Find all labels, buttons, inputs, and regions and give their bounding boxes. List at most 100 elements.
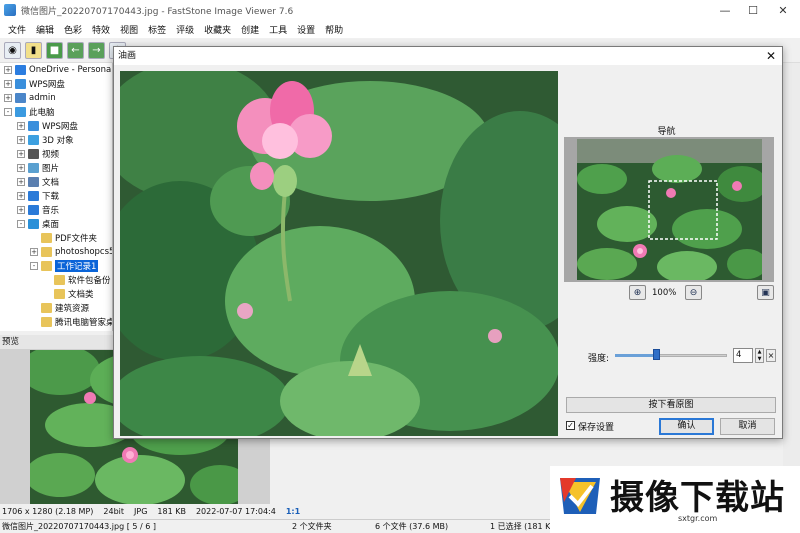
expand-toggle-icon[interactable]: + [17,178,25,186]
tree-item-label: 文档 [42,178,60,188]
expand-toggle-icon[interactable]: + [17,122,25,130]
zoom-out-icon[interactable]: ⊖ [685,285,702,300]
folder-icon [41,317,52,327]
preview-info-field: 1:1 [285,507,301,516]
tree-item-label: WPS网盘 [29,80,65,90]
expand-toggle-icon[interactable]: + [4,94,12,102]
main-image-preview[interactable] [120,71,558,436]
open-folder-icon[interactable]: ▮ [25,41,42,59]
close-window-button[interactable]: ✕ [768,0,798,20]
thumbnail-strip [783,63,800,519]
tree-item[interactable]: + 下载 [17,189,59,203]
tree-item-label: 软件包备份 [68,276,111,286]
status-files: 6 个文件 (37.6 MB) [375,522,449,531]
back-icon[interactable]: ← [67,41,84,59]
cancel-button[interactable]: 取消 [720,418,775,435]
strength-spinner[interactable]: ▲ ▼ [755,348,764,363]
tree-item[interactable]: + 图片 [17,161,59,175]
keep-settings-label: 保存设置 [578,423,615,433]
tree-item[interactable]: + 视频 [17,147,59,161]
tree-item[interactable]: - 桌面 [17,217,59,231]
minimize-button[interactable]: — [710,0,740,20]
preview-info-field: 1706 x 1280 (2.18 MP) [2,507,94,516]
strength-slider-thumb[interactable] [653,349,660,360]
tree-item[interactable]: - 工作记录1 [30,259,99,273]
tree-item[interactable]: + photoshopcs5 [30,245,112,259]
tree-item[interactable]: + admin [4,91,56,105]
ok-button[interactable]: 确认 [659,418,714,435]
menu-item-8[interactable]: 创建 [236,23,264,36]
tree-item[interactable]: + 文档 [17,175,59,189]
title-bar: 微信图片_20220707170443.jpg - FastStone Imag… [0,0,800,20]
strength-slider-fill [615,354,656,357]
dialog-close-icon[interactable]: ✕ [764,47,778,65]
menu-item-7[interactable]: 收藏夹 [199,23,236,36]
tree-item[interactable]: + WPS网盘 [4,77,65,91]
menu-item-5[interactable]: 标签 [143,23,171,36]
zoom-in-icon[interactable]: ⊕ [629,285,646,300]
expand-toggle-icon[interactable]: + [4,66,12,74]
tree-item[interactable]: - 此电脑 [4,105,55,119]
menu-item-4[interactable]: 视图 [115,23,143,36]
expand-toggle-icon[interactable]: + [17,164,25,172]
tree-item[interactable]: 软件包备份 [43,273,111,287]
tree-item[interactable]: PDF文件夹 [30,231,97,245]
tree-item-label: 此电脑 [29,108,55,118]
tree-item[interactable]: + WPS网盘 [17,119,78,133]
expand-toggle-icon[interactable]: + [17,136,25,144]
folder-icon [28,163,39,173]
folder-icon [28,205,39,215]
expand-toggle-icon[interactable]: + [17,192,25,200]
expand-toggle-icon[interactable]: + [17,206,25,214]
tree-item[interactable]: 文档类 [43,287,94,301]
folder-icon [41,233,52,243]
expand-toggle-icon[interactable]: + [17,150,25,158]
status-folders: 2 个文件夹 [292,522,332,531]
menu-item-1[interactable]: 编辑 [31,23,59,36]
menu-item-3[interactable]: 特效 [87,23,115,36]
strength-reset-icon[interactable]: × [766,349,776,362]
folder-icon [28,135,39,145]
app-icon [4,4,16,16]
menu-item-10[interactable]: 设置 [292,23,320,36]
menu-item-0[interactable]: 文件 [3,23,31,36]
maximize-button[interactable]: ☐ [738,0,768,20]
tree-item-label: 腾讯电脑管家桌面 [55,318,112,328]
keep-settings-checkbox[interactable]: ✓ [566,421,575,430]
menu-item-2[interactable]: 色彩 [59,23,87,36]
tree-item-label: 工作记录1 [55,260,99,272]
tree-item-label: PDF文件夹 [55,234,98,244]
oil-painting-dialog: 油画 ✕ 导航 ⊕ 100% ⊖ ▣ 强度: 4 ▲ ▼ × 按下看原图 ✓ 保… [113,46,783,439]
expand-toggle-icon[interactable]: - [17,220,25,228]
preview-info-field: 24bit [103,507,125,516]
folder-icon [15,93,26,103]
tree-item[interactable]: 建筑资源 [30,301,89,315]
preview-info-field: 181 KB [157,507,186,516]
tree-item[interactable]: + OneDrive - Personal [4,63,112,77]
menu-item-6[interactable]: 评级 [171,23,199,36]
save-icon[interactable]: ■ [46,41,63,59]
navigator-thumbnail[interactable] [577,139,762,280]
tree-item[interactable]: 腾讯电脑管家桌面 [30,315,112,329]
fit-window-icon[interactable]: ▣ [757,285,774,300]
expand-toggle-icon[interactable]: - [30,262,38,270]
view-original-button[interactable]: 按下看原图 [566,397,776,413]
expand-toggle-icon[interactable]: - [4,108,12,116]
folder-icon [54,289,65,299]
camera-icon[interactable]: ◉ [4,41,21,59]
tree-item[interactable]: + 音乐 [17,203,59,217]
tree-item[interactable]: +3D 对象 [17,133,74,147]
menu-bar: 文件 编辑 色彩 特效 视图 标签 评级 收藏夹 创建 工具 设置 帮助 [0,20,800,38]
tree-item-label: 音乐 [42,206,60,216]
expand-toggle-icon[interactable]: + [30,248,38,256]
forward-icon[interactable]: → [88,41,105,59]
menu-item-11[interactable]: 帮助 [320,23,348,36]
tree-item-label: 下载 [42,192,60,202]
window-title: 微信图片_20220707170443.jpg - FastStone Imag… [21,6,294,17]
tree-item-label: 3D 对象 [42,136,74,146]
expand-toggle-icon[interactable]: + [4,80,12,88]
folder-icon [28,191,39,201]
status-file: 微信图片_20220707170443.jpg [ 5 / 6 ] [2,522,157,531]
strength-value-input[interactable]: 4 [733,348,753,363]
menu-item-9[interactable]: 工具 [264,23,292,36]
